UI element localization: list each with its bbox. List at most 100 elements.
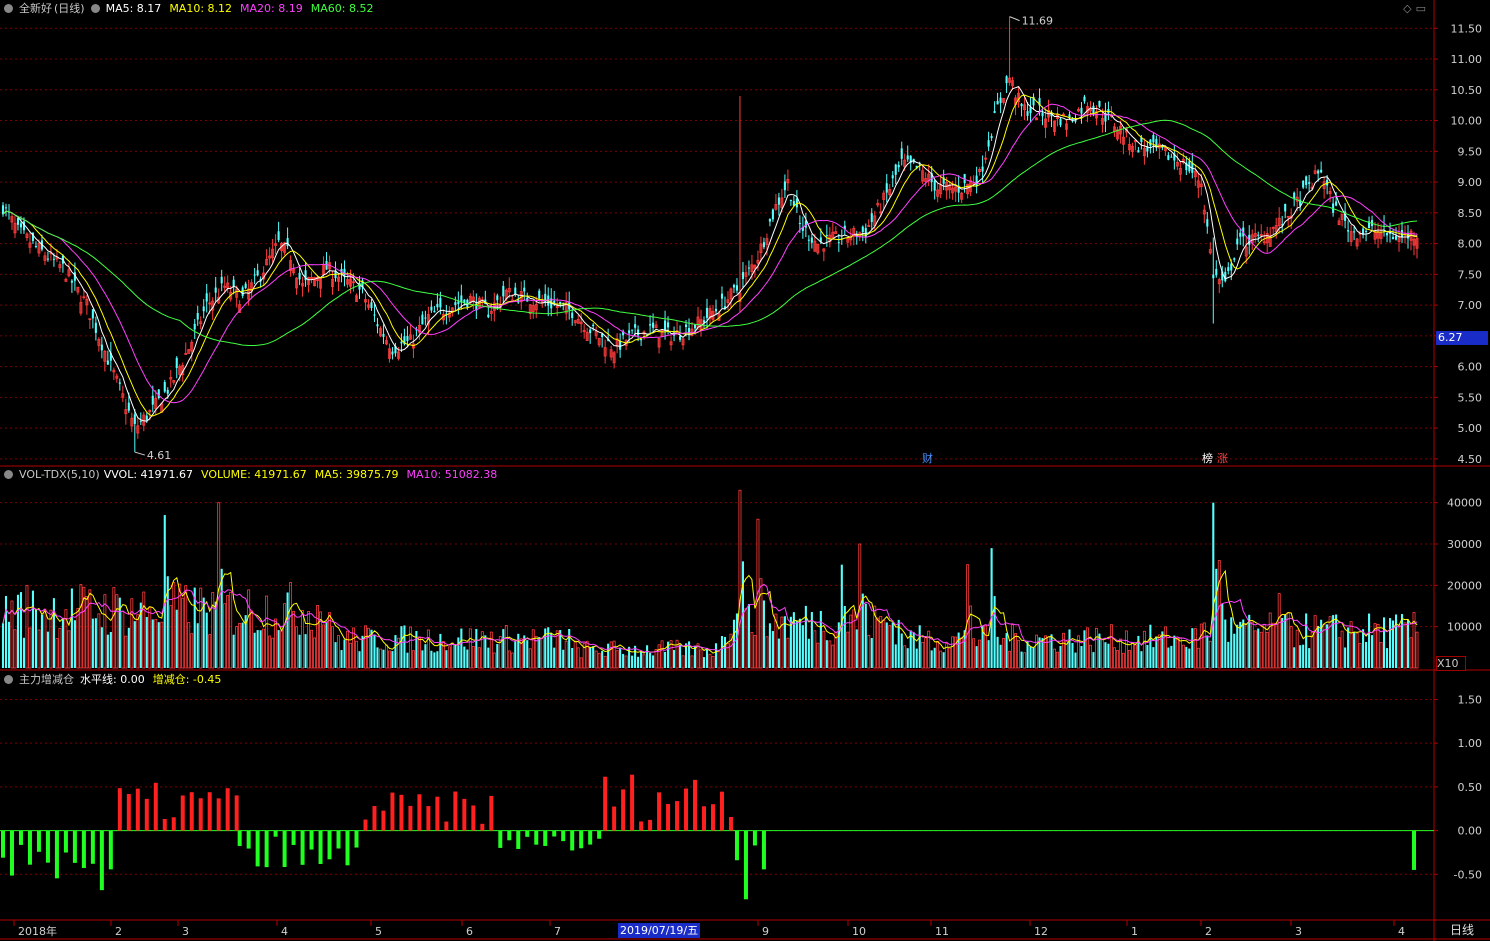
volume-bar-463 bbox=[1388, 618, 1392, 668]
volume-bar-170 bbox=[510, 652, 514, 669]
volume-bar-410 bbox=[1230, 617, 1233, 668]
volume-bar-306 bbox=[918, 625, 921, 668]
volume-bar-411 bbox=[1233, 633, 1236, 668]
candle-249 bbox=[747, 267, 750, 269]
volume-bar-460 bbox=[1379, 642, 1383, 669]
volume-bar-316 bbox=[948, 647, 952, 669]
volume-bar-249 bbox=[747, 603, 750, 668]
event-marker-rank[interactable]: 榜涨 bbox=[1202, 452, 1228, 465]
volume-scale-label[interactable]: X10 bbox=[1436, 656, 1466, 671]
volume-bar-428 bbox=[1284, 614, 1287, 668]
volume-bar-397 bbox=[1191, 628, 1194, 668]
volume-bar-75 bbox=[226, 594, 230, 669]
volume-bar-384 bbox=[1152, 647, 1155, 668]
volume-bar-224 bbox=[673, 649, 676, 668]
candle-209 bbox=[628, 330, 631, 334]
volume-bar-133 bbox=[400, 626, 403, 668]
volume-bar-162 bbox=[487, 647, 490, 668]
flow-bar-5-243 bbox=[728, 817, 733, 831]
volume-bar-274 bbox=[822, 630, 826, 669]
candle-434 bbox=[1302, 180, 1305, 188]
volume-menu-icon[interactable] bbox=[4, 470, 13, 479]
flow-legend-item-1: 增减仓: -0.45 bbox=[152, 673, 222, 686]
volume-bar-436 bbox=[1308, 648, 1311, 668]
volume-bar-183 bbox=[550, 633, 553, 668]
volume-bar-62 bbox=[187, 622, 191, 669]
flow-bar-1-42 bbox=[126, 794, 131, 831]
flow-bar-5-237 bbox=[710, 804, 715, 831]
candle-358 bbox=[1074, 120, 1077, 122]
candle-42 bbox=[127, 402, 130, 411]
volume-bar-392 bbox=[1175, 637, 1179, 669]
flow-bar-5-210 bbox=[630, 774, 635, 831]
volume-bar-40 bbox=[121, 610, 125, 669]
candle-256 bbox=[768, 218, 771, 222]
volume-bar-334 bbox=[1002, 637, 1006, 669]
volume-bar-344 bbox=[1032, 646, 1035, 668]
volume-bar-305 bbox=[915, 648, 918, 668]
volume-bar-332 bbox=[996, 636, 999, 668]
volume-bar-164 bbox=[492, 652, 496, 669]
candle-190 bbox=[571, 312, 574, 319]
candle-152 bbox=[457, 301, 460, 305]
candle-299 bbox=[897, 164, 900, 168]
candle-366 bbox=[1098, 100, 1101, 107]
volume-bar-193 bbox=[579, 657, 583, 669]
candle-257 bbox=[771, 209, 774, 220]
candle-254 bbox=[762, 242, 765, 248]
volume-bar-415 bbox=[1244, 623, 1248, 669]
volume-bar-135 bbox=[406, 652, 409, 668]
volume-bar-4 bbox=[13, 629, 17, 669]
volume-bar-201 bbox=[603, 655, 607, 669]
flow-bar-3-154 bbox=[462, 798, 467, 831]
restore-icon[interactable]: ▭ bbox=[1416, 2, 1430, 15]
volume-bar-120 bbox=[361, 635, 364, 668]
volume-bar-71 bbox=[214, 601, 217, 668]
candle-5 bbox=[16, 218, 20, 225]
flow-bar-2-85 bbox=[255, 830, 260, 867]
flow-bar-5-225 bbox=[675, 801, 680, 831]
volume-bar-220 bbox=[660, 640, 664, 669]
volume-bar-115 bbox=[346, 630, 349, 669]
diamond-icon[interactable]: ◇ bbox=[1403, 2, 1415, 15]
flow-menu-icon[interactable] bbox=[4, 675, 13, 684]
volume-bar-93 bbox=[280, 630, 284, 669]
volume-bar-396 bbox=[1188, 648, 1191, 668]
volume-bar-272 bbox=[816, 642, 820, 669]
candle-124 bbox=[373, 314, 376, 316]
volume-bar-206 bbox=[619, 647, 622, 668]
period-button[interactable]: 日线 bbox=[1436, 922, 1488, 939]
volume-bar-238 bbox=[714, 643, 718, 668]
settings-circle-icon[interactable] bbox=[90, 4, 100, 13]
flow-bar-3-139 bbox=[417, 794, 422, 831]
candle-44 bbox=[133, 414, 136, 424]
volume-bar-188 bbox=[564, 640, 568, 669]
volume-bar-97 bbox=[292, 610, 296, 669]
volume-legend: VVOL: 41971.67 VOLUME: 41971.67 MA5: 39875… bbox=[104, 468, 506, 481]
volume-bar-23 bbox=[70, 588, 73, 668]
candle-384 bbox=[1152, 135, 1155, 143]
volume-bar-389 bbox=[1167, 647, 1170, 668]
volume-bar-85 bbox=[256, 630, 259, 668]
flow-bar-4-196 bbox=[588, 830, 593, 845]
panel-menu-icon[interactable] bbox=[4, 4, 13, 13]
volume-bar-190 bbox=[571, 647, 574, 668]
volume-bar-104 bbox=[313, 637, 317, 669]
candle-410 bbox=[1230, 263, 1233, 271]
volume-bar-372 bbox=[1115, 650, 1119, 669]
volume-bar-98 bbox=[295, 626, 299, 669]
volume-bar-53 bbox=[160, 621, 164, 669]
candle-58 bbox=[175, 357, 178, 369]
flow-bar-1-51 bbox=[153, 782, 158, 831]
candle-238 bbox=[714, 308, 718, 312]
volume-bar-199 bbox=[597, 652, 601, 669]
x-axis-label-2: 3 bbox=[182, 925, 189, 938]
volume-bar-413 bbox=[1239, 621, 1242, 668]
candle-263 bbox=[789, 200, 792, 202]
flow-bar-1-69 bbox=[207, 792, 212, 831]
candle-71 bbox=[214, 287, 217, 293]
volume-bar-300 bbox=[900, 633, 903, 668]
candle-342 bbox=[1026, 111, 1029, 116]
volume-bar-354 bbox=[1062, 632, 1065, 669]
event-marker-finance[interactable]: 财 bbox=[922, 452, 933, 465]
